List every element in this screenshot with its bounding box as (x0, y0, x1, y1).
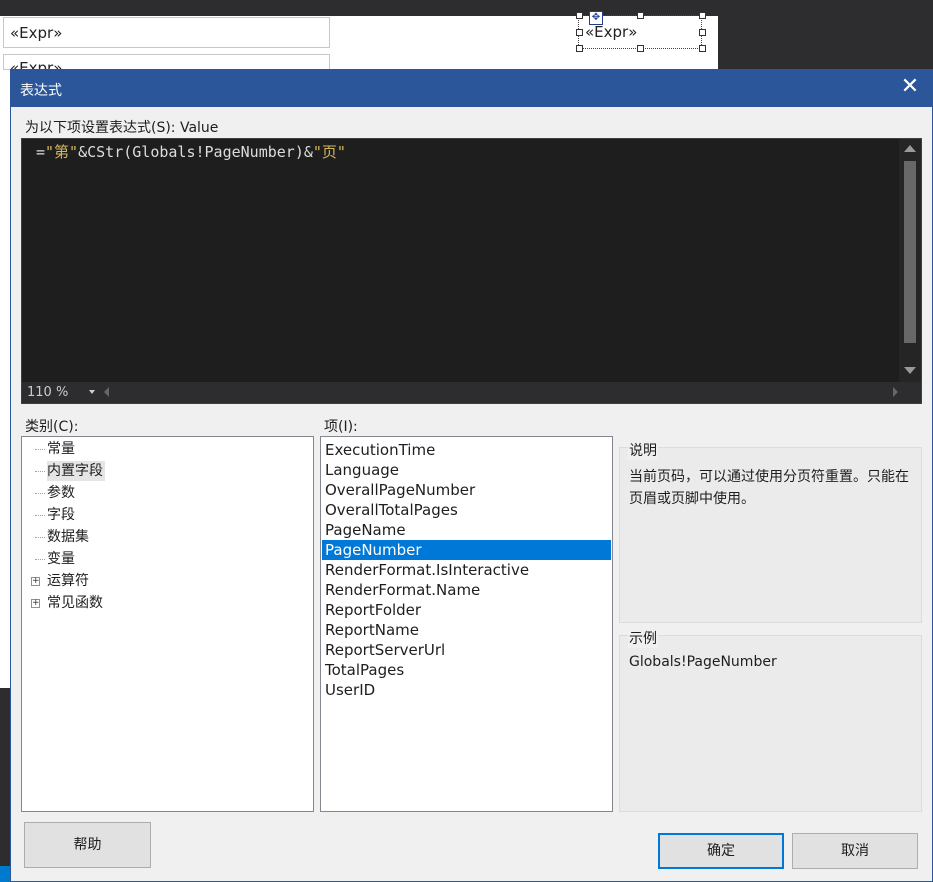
example-title: 示例 (628, 628, 658, 648)
description-group: 说明 当前页码，可以通过使用分页符重置。只能在页眉或页脚中使用。 (619, 440, 922, 623)
tree-line (35, 449, 45, 451)
item-label: 项(I): (324, 419, 358, 435)
description-text: 当前页码，可以通过使用分页符重置。只能在页眉或页脚中使用。 (629, 469, 909, 507)
list-item[interactable]: Language (322, 460, 611, 480)
resize-handle[interactable] (699, 29, 706, 36)
category-label: 类别(C): (25, 419, 79, 435)
category-item-operators[interactable]: 运算符 (47, 571, 89, 591)
scrollbar-corner (899, 382, 921, 403)
code-token: &CStr(Globals!PageNumber)& (78, 143, 313, 161)
tree-line (35, 537, 45, 539)
list-item[interactable]: ReportFolder (322, 600, 611, 620)
dialog-title: 表达式 (20, 83, 62, 99)
vertical-scrollbar[interactable] (899, 139, 921, 383)
category-item-builtin-fields[interactable]: 内置字段 (47, 461, 105, 481)
expr-textbox[interactable]: «Expr» (3, 17, 330, 48)
code-token: "第" (45, 143, 79, 161)
resize-handle[interactable] (699, 12, 706, 19)
scroll-right-icon[interactable] (893, 387, 898, 397)
list-item[interactable]: RenderFormat.IsInteractive (322, 560, 611, 580)
example-text: Globals!PageNumber (629, 654, 777, 670)
tree-line (35, 559, 45, 561)
list-item[interactable]: OverallPageNumber (322, 480, 611, 500)
ok-button[interactable]: 确定 (658, 833, 784, 869)
cancel-button[interactable]: 取消 (792, 833, 918, 869)
category-item-fields[interactable]: 字段 (47, 505, 75, 525)
horizontal-scrollbar[interactable]: 110 % (22, 382, 901, 403)
scroll-thumb[interactable] (904, 161, 916, 343)
expression-code[interactable]: ="第"&CStr(Globals!PageNumber)&"页" (36, 141, 346, 162)
list-item[interactable]: PageName (322, 520, 611, 540)
expression-dialog: 表达式 ✕ 为以下项设置表达式(S): Value ="第"&CStr(Glob… (10, 69, 933, 882)
close-icon: ✕ (900, 74, 920, 99)
expand-plus-icon[interactable]: + (31, 599, 40, 608)
category-item-parameters[interactable]: 参数 (47, 483, 75, 503)
dialog-titlebar: 表达式 ✕ (11, 70, 932, 107)
category-tree[interactable]: 常量 内置字段 参数 字段 数据集 变量 + 运算符 + 常见函数 (21, 436, 314, 812)
category-item-variables[interactable]: 变量 (47, 549, 75, 569)
category-item-constants[interactable]: 常量 (47, 439, 75, 459)
tree-line (35, 515, 45, 517)
scroll-up-icon[interactable] (904, 145, 916, 152)
description-title: 说明 (628, 440, 658, 460)
code-token: = (36, 143, 46, 161)
expr-textbox[interactable]: «Expr» (3, 54, 330, 70)
list-item-selected[interactable]: PageNumber (322, 540, 611, 560)
category-item-common-functions[interactable]: 常见函数 (47, 593, 103, 613)
expand-plus-icon[interactable]: + (31, 577, 40, 586)
list-item[interactable]: OverallTotalPages (322, 500, 611, 520)
close-button[interactable]: ✕ (898, 76, 922, 100)
tree-line (35, 471, 45, 473)
chevron-down-icon (89, 390, 95, 394)
resize-handle[interactable] (699, 45, 706, 52)
code-token: "页" (312, 143, 346, 161)
item-list[interactable]: ExecutionTime Language OverallPageNumber… (320, 436, 613, 812)
move-icon[interactable]: ✥ (589, 11, 603, 25)
help-button[interactable]: 帮助 (24, 822, 151, 868)
list-item[interactable]: TotalPages (322, 660, 611, 680)
example-group: 示例 Globals!PageNumber (619, 628, 922, 812)
resize-handle[interactable] (576, 12, 583, 19)
zoom-dropdown[interactable]: 110 % (24, 384, 99, 401)
scroll-left-icon[interactable] (104, 387, 109, 397)
list-item[interactable]: ExecutionTime (322, 440, 611, 460)
resize-handle[interactable] (576, 45, 583, 52)
zoom-level: 110 % (27, 385, 69, 400)
list-item[interactable]: ReportName (322, 620, 611, 640)
resize-handle[interactable] (637, 12, 644, 19)
expression-editor[interactable]: ="第"&CStr(Globals!PageNumber)&"页" 110 % (21, 138, 922, 404)
tree-line (35, 493, 45, 495)
list-item[interactable]: UserID (322, 680, 611, 700)
set-expression-label: 为以下项设置表达式(S): Value (25, 120, 219, 136)
resize-handle[interactable] (637, 45, 644, 52)
category-item-datasets[interactable]: 数据集 (47, 527, 89, 547)
resize-handle[interactable] (576, 29, 583, 36)
list-item[interactable]: ReportServerUrl (322, 640, 611, 660)
list-item[interactable]: RenderFormat.Name (322, 580, 611, 600)
scroll-down-icon[interactable] (904, 367, 916, 374)
